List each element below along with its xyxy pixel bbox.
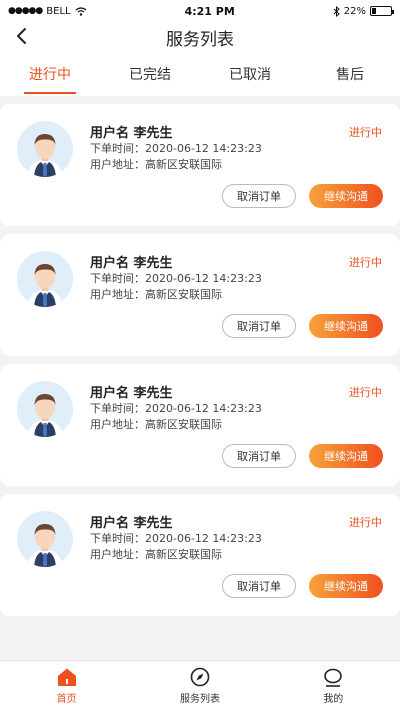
customer-name: 用户名 李先生 [90,386,173,401]
avatar [17,381,73,437]
avatar [17,511,73,567]
wifi-icon [75,6,86,16]
avatar [17,251,73,307]
status-badge: 进行中 [349,256,382,269]
tabbar-label: 我的 [323,694,344,705]
compass-icon [189,667,211,687]
customer-address: 用户地址：高新区安联国际 [90,288,222,301]
tabbar-item-service-list[interactable]: 服务列表 [133,661,266,711]
signal-icon: ●●●●● [8,6,43,16]
user-icon [322,667,344,687]
order-card[interactable]: 用户名 李先生 下单时间：2020-06-12 14:23:23 用户地址：高新… [0,494,400,616]
status-right: 22% [333,5,394,17]
order-time: 下单时间：2020-06-12 14:23:23 [90,142,262,155]
nav-bar: 服务列表 [0,22,400,52]
cancel-order-button[interactable]: 取消订单 [222,444,296,468]
tabbar-label: 首页 [56,694,77,705]
tab-after-sales[interactable]: 售后 [300,52,400,96]
chevron-left-icon[interactable] [10,25,32,47]
order-time: 下单时间：2020-06-12 14:23:23 [90,532,262,545]
customer-name: 用户名 李先生 [90,126,173,141]
order-card[interactable]: 用户名 李先生 下单时间：2020-06-12 14:23:23 用户地址：高新… [0,234,400,356]
status-bar: ●●●●● BELL 4:21 PM 22% [0,0,400,22]
continue-chat-button[interactable]: 继续沟通 [309,444,383,468]
customer-name: 用户名 李先生 [90,516,173,531]
home-icon [56,667,78,687]
order-card[interactable]: 用户名 李先生 下单时间：2020-06-12 14:23:23 用户地址：高新… [0,364,400,486]
status-tabs: 进行中 已完结 已取消 售后 [0,52,400,96]
status-left: ●●●●● BELL [8,6,87,17]
bottom-tabbar: 首页 服务列表 我的 [0,660,400,711]
order-time: 下单时间：2020-06-12 14:23:23 [90,272,262,285]
avatar [17,121,73,177]
status-badge: 进行中 [349,386,382,399]
battery-level [372,8,376,14]
cancel-order-button[interactable]: 取消订单 [222,184,296,208]
carrier-label: BELL [46,5,71,17]
tabbar-item-home[interactable]: 首页 [0,661,133,711]
cancel-order-button[interactable]: 取消订单 [222,314,296,338]
tabbar-item-mine[interactable]: 我的 [267,661,400,711]
customer-name: 用户名 李先生 [90,256,173,271]
battery-percent: 22% [343,5,366,17]
customer-address: 用户地址：高新区安联国际 [90,418,222,431]
page-title: 服务列表 [166,29,234,50]
tab-completed[interactable]: 已完结 [100,52,200,96]
cancel-order-button[interactable]: 取消订单 [222,574,296,598]
tab-in-progress[interactable]: 进行中 [0,52,100,96]
tab-cancelled[interactable]: 已取消 [200,52,300,96]
customer-address: 用户地址：高新区安联国际 [90,158,222,171]
continue-chat-button[interactable]: 继续沟通 [309,184,383,208]
order-card[interactable]: 用户名 李先生 下单时间：2020-06-12 14:23:23 用户地址：高新… [0,104,400,226]
customer-address: 用户地址：高新区安联国际 [90,548,222,561]
status-badge: 进行中 [349,516,382,529]
battery-icon [370,6,394,16]
continue-chat-button[interactable]: 继续沟通 [309,314,383,338]
order-time: 下单时间：2020-06-12 14:23:23 [90,402,262,415]
clock: 4:21 PM [184,4,235,18]
bluetooth-icon [333,5,340,17]
status-badge: 进行中 [349,126,382,139]
tabbar-label: 服务列表 [179,694,220,705]
continue-chat-button[interactable]: 继续沟通 [309,574,383,598]
